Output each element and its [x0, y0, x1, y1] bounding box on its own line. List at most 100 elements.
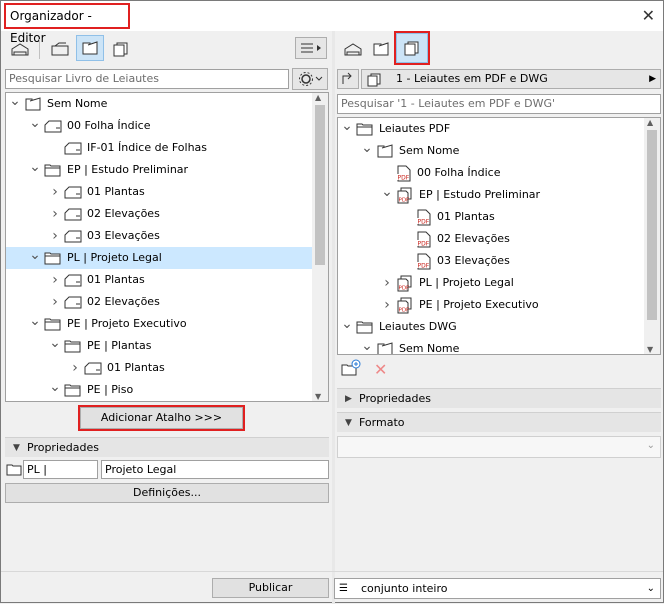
- chevron-down-icon: ⌄: [646, 440, 655, 451]
- layout-book-tree-item[interactable]: ⌄ 00 Folha Índice: [6, 115, 313, 137]
- pdf-icon: PDF: [416, 231, 432, 248]
- right-scroll-thumb[interactable]: [647, 130, 657, 320]
- layout-book-tree-item-label: Sem Nome: [47, 97, 108, 110]
- pdf-icon: PDF: [416, 209, 432, 226]
- publish-up-arrow-icon[interactable]: [337, 69, 359, 89]
- chevron-down-icon[interactable]: ⌄: [340, 317, 354, 331]
- layout-book-tree-item[interactable]: IF-01 Índice de Folhas: [6, 137, 313, 159]
- layout-book-tree-item-label: 01 Plantas: [87, 273, 145, 286]
- publisher-sets-icon-right[interactable]: [394, 31, 430, 65]
- layout-sheet-icon: [64, 206, 82, 223]
- chevron-down-icon[interactable]: ⌄: [360, 141, 374, 155]
- toolbar-separator: [39, 39, 40, 59]
- publisher-tree-item[interactable]: ⌄ Leiautes DWG: [338, 316, 645, 338]
- chevron-right-icon[interactable]: ›: [48, 291, 62, 313]
- layout-book-tree-item[interactable]: › 02 Elevações: [6, 291, 313, 313]
- layout-book-search-input[interactable]: Pesquisar Livro de Leiautes: [5, 69, 289, 89]
- svg-text:PDF: PDF: [399, 285, 410, 291]
- layout-book-tree-item[interactable]: ⌄ PE | Plantas: [6, 335, 313, 357]
- publisher-tree-item-label: 02 Elevações: [437, 232, 510, 245]
- publisher-tree-item[interactable]: PDF 00 Folha Índice: [338, 162, 645, 184]
- publisher-tree-item[interactable]: ⌄ Sem Nome: [338, 338, 645, 354]
- chevron-down-icon[interactable]: ⌄: [28, 248, 42, 262]
- layout-book-tree-item[interactable]: ⌄ PE | Projeto Executivo: [6, 313, 313, 335]
- menu-icon[interactable]: [295, 37, 327, 59]
- publisher-sets-icon[interactable]: [107, 36, 135, 62]
- layout-book-icon[interactable]: [76, 35, 104, 61]
- publisher-tree-item[interactable]: ⌄ Sem Nome: [338, 140, 645, 162]
- layout-book-tree-item[interactable]: › 02 Elevações: [6, 203, 313, 225]
- chevron-right-icon[interactable]: ›: [48, 269, 62, 291]
- layout-sheet-icon: [64, 272, 82, 289]
- chevron-right-icon[interactable]: ›: [68, 357, 82, 379]
- window-title: Organizador - Editor: [4, 3, 130, 45]
- publish-button[interactable]: Publicar: [212, 578, 329, 598]
- publisher-tree-item[interactable]: PDF 02 Elevações: [338, 228, 645, 250]
- right-properties-header[interactable]: ▶ Propriedades: [337, 388, 661, 408]
- chevron-down-icon[interactable]: ⌄: [340, 119, 354, 133]
- folder-icon: [44, 316, 62, 333]
- publish-scope-select[interactable]: ☰ conjunto inteiro ⌄: [334, 578, 661, 599]
- collapse-triangle-icon: ▼: [345, 418, 352, 428]
- list-icon: ☰: [339, 583, 348, 594]
- layout-book-tree-item[interactable]: › 01 Plantas: [6, 269, 313, 291]
- layout-map-icon[interactable]: [46, 36, 74, 62]
- chevron-right-icon[interactable]: ›: [48, 181, 62, 203]
- publisher-tree-item[interactable]: PDF 01 Plantas: [338, 206, 645, 228]
- layout-book-tree-item[interactable]: › 01 Plantas: [6, 181, 313, 203]
- layout-book-tree-item[interactable]: ⌄ EP | Estudo Preliminar: [6, 159, 313, 181]
- chevron-down-icon[interactable]: ⌄: [28, 314, 42, 328]
- chevron-right-icon[interactable]: ›: [48, 203, 62, 225]
- view-map-icon-right[interactable]: [339, 36, 367, 62]
- svg-text:PDF: PDF: [418, 240, 430, 247]
- svg-text:PDF: PDF: [418, 218, 430, 225]
- chevron-down-icon[interactable]: ⌄: [48, 380, 62, 394]
- chevron-down-icon[interactable]: ⌄: [28, 160, 42, 174]
- publisher-tree-item-label: PL | Projeto Legal: [419, 276, 514, 289]
- publisher-set-select[interactable]: 1 - Leiautes em PDF e DWG ▶: [361, 69, 661, 89]
- chevron-down-icon[interactable]: ⌄: [360, 339, 374, 353]
- format-header[interactable]: ▼ Formato: [337, 412, 661, 432]
- chevron-right-icon[interactable]: ›: [380, 272, 394, 294]
- left-scroll-thumb[interactable]: [315, 105, 325, 265]
- add-shortcut-button[interactable]: Adicionar Atalho >>>: [78, 405, 245, 431]
- publisher-tree-item[interactable]: ⌄ Leiautes PDF: [338, 118, 645, 140]
- delete-icon[interactable]: ✕: [374, 360, 387, 379]
- chevron-down-icon[interactable]: ⌄: [48, 336, 62, 350]
- layout-sheet-icon: [64, 140, 82, 157]
- layout-book-tree-item[interactable]: ⌄ PE | Piso: [6, 379, 313, 401]
- publisher-tree-item-label: PE | Projeto Executivo: [419, 298, 539, 311]
- footer-divider: [1, 571, 663, 572]
- chevron-down-icon[interactable]: ⌄: [8, 94, 22, 108]
- left-tree-scrollbar[interactable]: ▲ ▼: [312, 93, 328, 401]
- property-id-field[interactable]: PL |: [23, 460, 98, 479]
- chevron-down-icon[interactable]: ⌄: [380, 185, 394, 199]
- layout-book-tree-item[interactable]: › 03 Elevações: [6, 225, 313, 247]
- layout-book-icon-right[interactable]: [367, 36, 395, 62]
- gear-icon[interactable]: [292, 68, 328, 90]
- chevron-right-icon[interactable]: ›: [48, 225, 62, 247]
- chevron-down-icon[interactable]: ⌄: [28, 116, 42, 130]
- publisher-tree-item[interactable]: › PDF PE | Projeto Executivo: [338, 294, 645, 316]
- layout-book-tree-item[interactable]: › 01 Plantas: [6, 357, 313, 379]
- chevron-right-icon[interactable]: ›: [380, 294, 394, 316]
- property-name-field[interactable]: Projeto Legal: [101, 460, 329, 479]
- right-properties-title: Propriedades: [359, 392, 431, 405]
- layout-sheet-icon: [64, 294, 82, 311]
- publisher-tree-item[interactable]: PDF 03 Elevações: [338, 250, 645, 272]
- publisher-tree-item[interactable]: ⌄ PDF EP | Estudo Preliminar: [338, 184, 645, 206]
- left-properties-header[interactable]: ▼ Propriedades: [5, 437, 329, 457]
- pane-divider[interactable]: [332, 31, 335, 604]
- publisher-tree-item-label: 01 Plantas: [437, 210, 495, 223]
- folder-icon: [356, 121, 374, 138]
- view-map-icon[interactable]: [6, 36, 34, 62]
- new-folder-icon[interactable]: [341, 359, 361, 380]
- publisher-search-input[interactable]: Pesquisar '1 - Leiautes em PDF e DWG': [337, 94, 661, 114]
- close-icon[interactable]: ✕: [642, 6, 655, 25]
- layout-book-tree-item[interactable]: ⌄ Sem Nome: [6, 93, 313, 115]
- settings-button[interactable]: Definições...: [5, 483, 329, 503]
- layout-book-tree-item[interactable]: ⌄ PL | Projeto Legal: [6, 247, 313, 269]
- right-tree-scrollbar[interactable]: ▲ ▼: [644, 118, 660, 354]
- publisher-tree-item[interactable]: › PDF PL | Projeto Legal: [338, 272, 645, 294]
- format-select[interactable]: ⌄: [337, 436, 661, 458]
